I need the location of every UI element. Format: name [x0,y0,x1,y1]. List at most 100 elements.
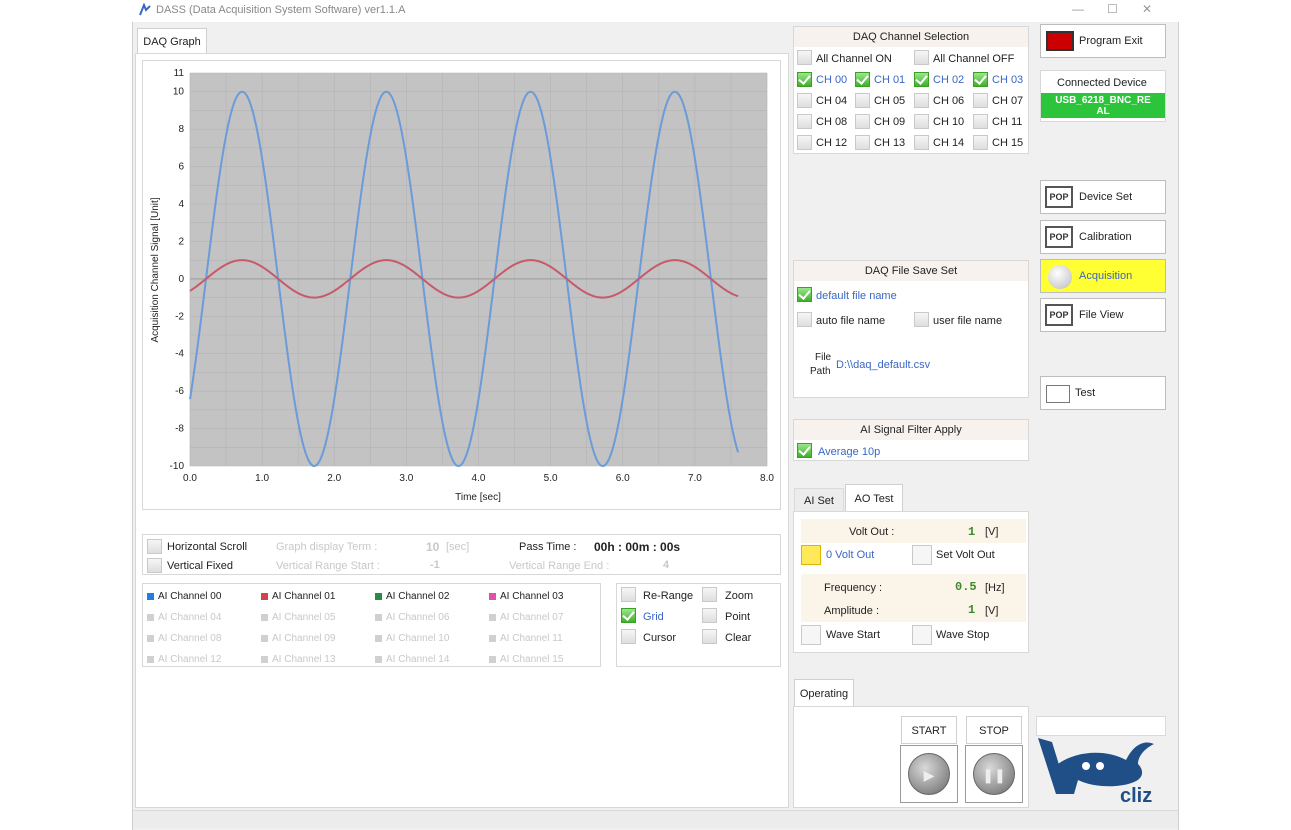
grid-label: Grid [643,611,664,623]
channel-checkbox[interactable] [855,72,870,87]
channel-checkbox[interactable] [914,93,929,108]
channel-checkbox[interactable] [973,93,988,108]
program-exit-button[interactable]: Program Exit [1040,24,1166,58]
channel-checkbox[interactable] [855,114,870,129]
daq-graph-chart[interactable]: 0.0 1.0 2.0 3.0 4.0 5.0 6.0 7.0 8.0 11 10 8 6 4 2 0 -2 -… [142,60,781,510]
y-tick-label: 8 [178,124,184,135]
point-label: Point [725,611,751,623]
clear-checkbox[interactable] [702,629,717,644]
zero-volt-out-button[interactable] [801,545,821,565]
legend-item[interactable]: AI Channel 04 [158,612,221,623]
all-channel-off-checkbox[interactable] [914,50,929,65]
vertical-fixed-label: Vertical Fixed [167,560,234,572]
legend-item[interactable]: AI Channel 09 [272,633,335,644]
frequency-label: Frequency : [824,582,883,594]
set-volt-out-button[interactable] [912,545,932,565]
legend-item[interactable]: AI Channel 11 [500,633,563,644]
frequency-input[interactable]: 0.5 [955,580,977,594]
channel-checkbox[interactable] [914,72,929,87]
channel-label: CH 09 [874,116,906,128]
tab-daq-graph[interactable]: DAQ Graph [137,28,207,54]
start-button[interactable]: ▶ [900,745,958,803]
channel-label: CH 01 [874,74,906,86]
channel-checkbox[interactable] [855,93,870,108]
legend-item[interactable]: AI Channel 15 [500,654,563,665]
title-bar: DASS (Data Acquisition System Software) … [132,0,1179,22]
stop-button[interactable]: ❚❚ [965,745,1023,803]
close-icon[interactable]: ✕ [1142,2,1152,16]
y-tick-label: -6 [175,386,184,397]
cursor-label: Cursor [643,632,677,644]
file-path-input[interactable]: D:\\daq_default.csv [836,359,930,371]
point-checkbox[interactable] [702,608,717,623]
legend-item[interactable]: AI Channel 13 [272,654,335,665]
channel-label: CH 12 [816,137,848,149]
x-tick-label: 3.0 [399,473,413,484]
minimize-icon[interactable]: — [1072,2,1084,16]
rerange-checkbox[interactable] [621,587,636,602]
legend-item[interactable]: AI Channel 10 [386,633,449,644]
vertical-range-start-input[interactable]: -1 [430,559,440,571]
channel-checkbox[interactable] [797,135,812,150]
vertical-range-start-label: Vertical Range Start : [276,560,380,572]
y-tick-label: -8 [175,424,184,435]
file-view-label: File View [1079,309,1124,321]
legend-item[interactable]: AI Channel 01 [272,591,335,602]
tab-ao-test[interactable]: AO Test [845,484,903,512]
file-path-label-line1: File [815,352,832,363]
device-set-button[interactable]: POP Device Set [1040,180,1166,214]
channel-checkbox[interactable] [797,93,812,108]
amplitude-input[interactable]: 1 [968,603,975,617]
acquisition-button[interactable]: Acquisition [1040,259,1166,293]
volt-out-input[interactable]: 1 [968,525,975,539]
legend-item[interactable]: AI Channel 03 [500,591,563,602]
wave-stop-button[interactable] [912,625,932,645]
auto-file-name-checkbox[interactable] [797,312,812,327]
y-tick-label: 10 [173,87,185,98]
legend-item[interactable]: AI Channel 14 [386,654,449,665]
channel-checkbox[interactable] [973,114,988,129]
average-10p-checkbox[interactable] [797,443,812,458]
graph-display-term-input[interactable]: 10 [426,540,439,554]
channel-checkbox[interactable] [914,135,929,150]
legend-item[interactable]: AI Channel 05 [272,612,335,623]
wave-stop-label: Wave Stop [936,629,990,641]
horizontal-scrollbar[interactable] [133,810,1178,828]
test-button[interactable]: Test [1040,376,1166,410]
legend-item[interactable]: AI Channel 08 [158,633,221,644]
file-view-button[interactable]: POP File View [1040,298,1166,332]
wave-start-button[interactable] [801,625,821,645]
calibration-button[interactable]: POP Calibration [1040,220,1166,254]
default-file-name-checkbox[interactable] [797,287,812,302]
channel-checkbox[interactable] [973,135,988,150]
channel-checkbox[interactable] [914,114,929,129]
all-channel-on-checkbox[interactable] [797,50,812,65]
channel-checkbox[interactable] [797,114,812,129]
pass-time-value: 00h : 00m : 00s [594,540,681,554]
y-tick-label: 4 [178,199,184,210]
channel-checkbox[interactable] [797,72,812,87]
legend-swatch [147,593,154,600]
channel-checkbox[interactable] [855,135,870,150]
channel-checkbox[interactable] [973,72,988,87]
zoom-checkbox[interactable] [702,587,717,602]
y-tick-label: 11 [174,68,185,79]
connected-device-value-line1: USB_6218_BNC_RE [1055,95,1151,106]
legend-item[interactable]: AI Channel 07 [500,612,563,623]
vertical-fixed-checkbox[interactable] [147,558,162,573]
legend-item[interactable]: AI Channel 06 [386,612,449,623]
tab-ai-set[interactable]: AI Set [794,488,844,512]
grid-checkbox[interactable] [621,608,636,623]
all-channel-off-label: All Channel OFF [933,53,1015,65]
user-file-name-checkbox[interactable] [914,312,929,327]
channel-label: CH 06 [933,95,965,107]
horizontal-scroll-checkbox[interactable] [147,539,162,554]
file-path-label-line2: Path [810,366,831,377]
tab-operating[interactable]: Operating [794,679,854,707]
cursor-checkbox[interactable] [621,629,636,644]
vertical-range-end-input[interactable]: 4 [663,559,669,571]
maximize-icon[interactable]: ☐ [1107,2,1118,16]
legend-item[interactable]: AI Channel 02 [386,591,449,602]
legend-item[interactable]: AI Channel 12 [158,654,221,665]
legend-item[interactable]: AI Channel 00 [158,591,221,602]
